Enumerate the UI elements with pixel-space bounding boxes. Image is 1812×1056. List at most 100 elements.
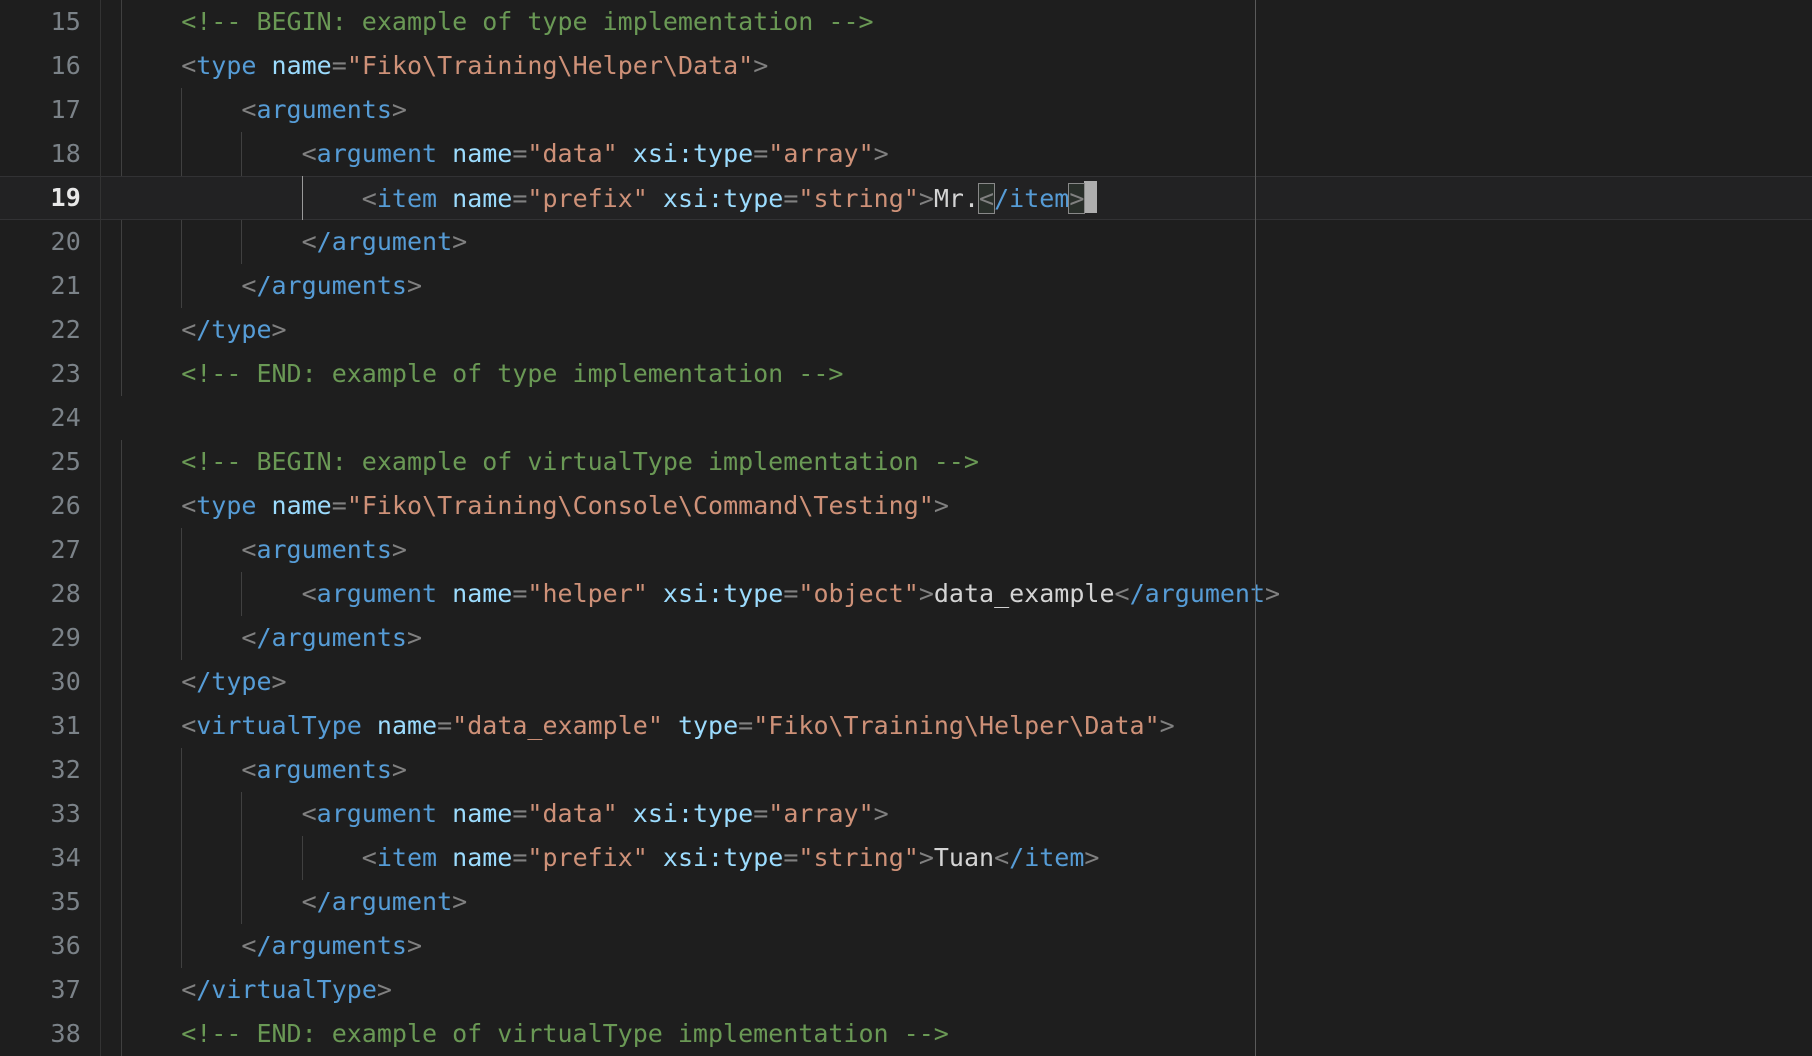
indent-guide xyxy=(121,88,122,132)
code-line-text: <arguments> xyxy=(241,88,407,132)
token-tag: /argument xyxy=(1130,579,1265,608)
code-line[interactable]: </type> xyxy=(0,308,1812,352)
code-line-text: <!-- BEGIN: example of virtualType imple… xyxy=(181,440,979,484)
code-line[interactable]: </type> xyxy=(0,660,1812,704)
line-number[interactable]: 18 xyxy=(1,132,81,176)
token-tag: type xyxy=(196,51,256,80)
token-tag: /arguments xyxy=(256,623,407,652)
token-attr: name xyxy=(377,711,437,740)
line-number[interactable]: 37 xyxy=(1,968,81,1012)
line-number[interactable]: 29 xyxy=(1,616,81,660)
line-number[interactable]: 32 xyxy=(1,748,81,792)
line-number[interactable]: 26 xyxy=(1,484,81,528)
line-number[interactable]: 24 xyxy=(1,396,81,440)
token-val: "prefix" xyxy=(527,843,647,872)
line-number[interactable]: 23 xyxy=(1,352,81,396)
code-line[interactable]: <argument name="data" xsi:type="array"> xyxy=(0,132,1812,176)
code-line[interactable]: </argument> xyxy=(0,220,1812,264)
code-line[interactable]: <!-- END: example of type implementation… xyxy=(0,352,1812,396)
line-number[interactable]: 33 xyxy=(1,792,81,836)
code-line-text: <!-- END: example of type implementation… xyxy=(181,352,843,396)
code-line[interactable]: <!-- BEGIN: example of type implementati… xyxy=(0,0,1812,44)
token-text: Tuan xyxy=(934,843,994,872)
active-code-line[interactable]: <item name="prefix" xsi:type="string">Mr… xyxy=(0,176,1812,220)
code-line[interactable] xyxy=(0,396,1812,440)
code-line[interactable]: </arguments> xyxy=(0,616,1812,660)
token-brk: < xyxy=(994,843,1009,872)
line-number[interactable]: 15 xyxy=(1,0,81,44)
code-line-text: </virtualType> xyxy=(181,968,392,1012)
token-attr: name xyxy=(452,184,512,213)
line-number[interactable]: 19 xyxy=(1,176,81,220)
code-line[interactable]: </arguments> xyxy=(0,264,1812,308)
token-brk: > xyxy=(1160,711,1175,740)
line-number[interactable]: 17 xyxy=(1,88,81,132)
token-brk: > xyxy=(392,535,407,564)
token-brk: > xyxy=(392,755,407,784)
indent-guide xyxy=(241,836,242,880)
token-brk: < xyxy=(302,887,317,916)
code-line-text: <item name="prefix" xsi:type="string">Tu… xyxy=(362,836,1100,880)
token-brk: < xyxy=(362,843,377,872)
code-content-area[interactable]: <!-- BEGIN: example of type implementati… xyxy=(0,0,1812,1056)
token-brk: = xyxy=(783,184,798,213)
line-number[interactable]: 28 xyxy=(1,572,81,616)
indent-guide xyxy=(241,220,242,264)
token-text xyxy=(256,491,271,520)
token-attr: name xyxy=(272,51,332,80)
token-tag: /type xyxy=(196,667,271,696)
line-number[interactable]: 38 xyxy=(1,1012,81,1056)
code-line[interactable]: </argument> xyxy=(0,880,1812,924)
line-number[interactable]: 16 xyxy=(1,44,81,88)
token-brk: = xyxy=(512,799,527,828)
line-number[interactable]: 30 xyxy=(1,660,81,704)
indent-guide xyxy=(302,836,303,880)
line-number[interactable]: 22 xyxy=(1,308,81,352)
code-line[interactable]: <arguments> xyxy=(0,528,1812,572)
code-line[interactable]: </arguments> xyxy=(0,924,1812,968)
token-comment: <!-- END: example of type implementation… xyxy=(181,359,843,388)
code-line[interactable]: <arguments> xyxy=(0,88,1812,132)
code-line[interactable]: <!-- END: example of virtualType impleme… xyxy=(0,1012,1812,1056)
line-number[interactable]: 27 xyxy=(1,528,81,572)
indent-guide xyxy=(181,792,182,836)
token-attr: name xyxy=(272,491,332,520)
token-tag: /virtualType xyxy=(196,975,377,1004)
code-line[interactable]: <!-- BEGIN: example of virtualType imple… xyxy=(0,440,1812,484)
token-val: "array" xyxy=(768,799,873,828)
token-attr: name xyxy=(452,843,512,872)
token-val: "prefix" xyxy=(527,184,647,213)
code-line[interactable]: <type name="Fiko\Training\Helper\Data"> xyxy=(0,44,1812,88)
line-number[interactable]: 25 xyxy=(1,440,81,484)
token-text xyxy=(618,139,633,168)
code-line[interactable]: <argument name="data" xsi:type="array"> xyxy=(0,792,1812,836)
code-line[interactable]: <type name="Fiko\Training\Console\Comman… xyxy=(0,484,1812,528)
line-number[interactable]: 36 xyxy=(1,924,81,968)
indent-guide xyxy=(181,836,182,880)
code-line[interactable]: <virtualType name="data_example" type="F… xyxy=(0,704,1812,748)
token-attr: name xyxy=(452,139,512,168)
token-brk: = xyxy=(512,184,527,213)
line-number[interactable]: 35 xyxy=(1,880,81,924)
token-brk: < xyxy=(181,975,196,1004)
code-line[interactable]: <item name="prefix" xsi:type="string">Tu… xyxy=(0,836,1812,880)
token-brk: < xyxy=(302,799,317,828)
line-number-gutter[interactable]: 1516171819202122232425262728293031323334… xyxy=(0,0,100,1056)
code-line-text: </type> xyxy=(181,660,286,704)
line-number[interactable]: 34 xyxy=(1,836,81,880)
code-line[interactable]: <arguments> xyxy=(0,748,1812,792)
token-text xyxy=(437,139,452,168)
code-line[interactable]: <argument name="helper" xsi:type="object… xyxy=(0,572,1812,616)
line-number[interactable]: 21 xyxy=(1,264,81,308)
code-line[interactable]: </virtualType> xyxy=(0,968,1812,1012)
line-number[interactable]: 20 xyxy=(1,220,81,264)
token-val: "data_example" xyxy=(452,711,663,740)
token-brk: = xyxy=(783,843,798,872)
code-line-text: </argument> xyxy=(302,220,468,264)
code-line-text: <type name="Fiko\Training\Helper\Data"> xyxy=(181,44,768,88)
code-editor[interactable]: 1516171819202122232425262728293031323334… xyxy=(0,0,1812,1056)
token-tag: /type xyxy=(196,315,271,344)
line-number[interactable]: 31 xyxy=(1,704,81,748)
token-brk: > xyxy=(874,139,889,168)
token-brk: > xyxy=(1265,579,1280,608)
